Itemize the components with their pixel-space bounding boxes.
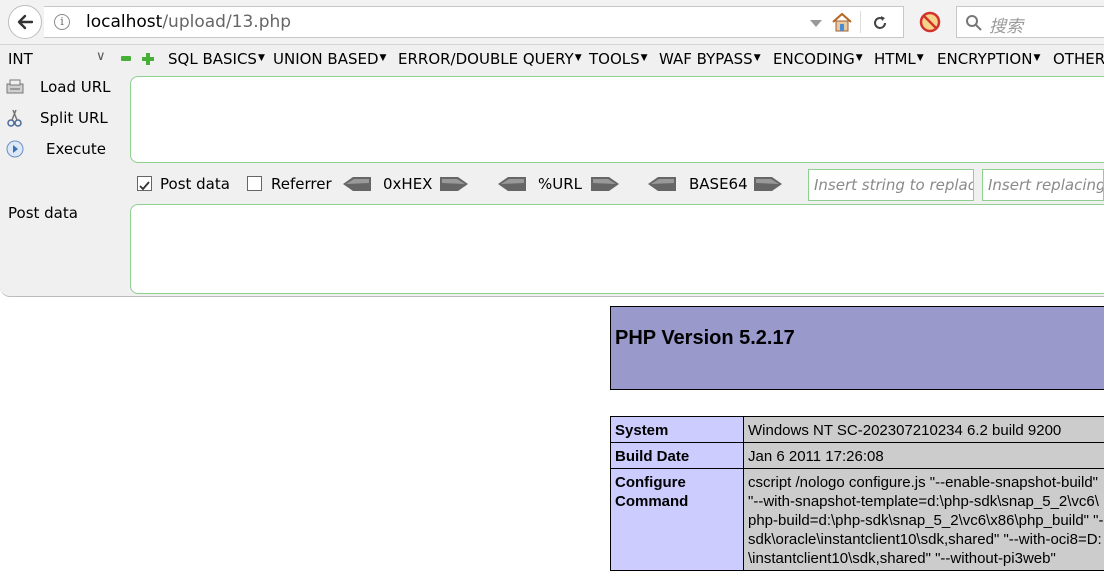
base64-decode-arrow-icon[interactable] (648, 177, 676, 191)
menu-other[interactable]: OTHER▼ (1053, 50, 1104, 68)
split-url-label: Split URL (40, 109, 108, 127)
menu-label: HTML (874, 50, 916, 68)
hackbar-menubar: INT ∨ SQL BASICS▼ UNION BASED▼ ERROR/DOU… (0, 45, 1104, 73)
url-encode-label: %URL (538, 175, 582, 193)
post-data-check-label: Post data (160, 175, 230, 193)
php-version-header: PHP Version 5.2.17 (610, 306, 1104, 390)
row-key: Configure Command (611, 469, 744, 571)
config-line: \instantclient10\sdk,shared" "--without-… (748, 549, 1104, 568)
config-line: php-build=d:\php-sdk\snap_5_2\vc6\x86\ph… (748, 511, 1104, 530)
adblock-icon[interactable] (918, 10, 942, 34)
base64-label: BASE64 (689, 175, 748, 193)
table-row: Build Date Jan 6 2011 17:26:08 (611, 443, 1104, 469)
load-url-button[interactable]: Load URL (0, 74, 124, 102)
url-path: /upload/13.php (162, 12, 291, 32)
load-url-label: Load URL (40, 78, 111, 96)
menu-tools[interactable]: TOOLS▼ (589, 50, 648, 68)
menu-label: SQL BASICS (168, 50, 257, 68)
menu-label: TOOLS (589, 50, 640, 68)
menu-union-based[interactable]: UNION BASED▼ (273, 50, 386, 68)
row-key-line: Configure (615, 473, 739, 492)
menu-encryption[interactable]: ENCRYPTION▼ (937, 50, 1040, 68)
home-icon[interactable] (830, 11, 854, 33)
row-value: cscript /nologo configure.js "--enable-s… (744, 469, 1104, 571)
menu-html[interactable]: HTML▼ (874, 50, 924, 68)
play-icon (6, 140, 24, 158)
execute-button[interactable]: Execute (0, 136, 124, 164)
menu-label: UNION BASED (273, 50, 379, 68)
search-icon (965, 14, 983, 32)
menu-label: ENCRYPTION (937, 50, 1032, 68)
chevron-down-icon: ∨ (96, 49, 106, 64)
hackbar-panel: INT ∨ SQL BASICS▼ UNION BASED▼ ERROR/DOU… (0, 45, 1104, 297)
row-value: Jan 6 2011 17:26:08 (744, 443, 1104, 469)
split-url-button[interactable]: Split URL (0, 105, 124, 133)
url-decode-arrow-icon[interactable] (498, 177, 526, 191)
menu-error-double-query[interactable]: ERROR/DOUBLE QUERY▼ (398, 50, 582, 68)
decrease-icon[interactable] (121, 56, 131, 61)
info-icon[interactable]: i (54, 14, 70, 30)
row-value: Windows NT SC-202307210234 6.2 build 920… (744, 417, 1104, 443)
search-bar[interactable]: 搜索 (956, 6, 1104, 38)
menu-label: OTHER (1053, 50, 1104, 68)
reload-icon[interactable] (870, 13, 890, 33)
base64-encode-arrow-icon[interactable] (754, 177, 782, 191)
address-bar[interactable]: i localhost/upload/13.php (44, 6, 904, 38)
back-button[interactable] (8, 5, 42, 39)
phpinfo-table: System Windows NT SC-202307210234 6.2 bu… (610, 416, 1104, 571)
menu-sql-basics[interactable]: SQL BASICS▼ (168, 50, 265, 68)
row-key-line: Command (615, 492, 739, 511)
menu-waf-bypass[interactable]: WAF BYPASS▼ (659, 50, 761, 68)
options-row: Post data Referrer 0xHEX %URL BASE64 Ins… (0, 169, 1104, 199)
table-row: Configure Command cscript /nologo config… (611, 469, 1104, 571)
load-url-icon (6, 78, 24, 96)
row-key: Build Date (611, 443, 744, 469)
url-dropdown-icon[interactable] (810, 20, 822, 27)
config-line: sdk\oracle\instantclient10\sdk,shared" "… (748, 530, 1104, 549)
increase-icon[interactable] (142, 53, 154, 65)
post-data-textarea[interactable] (130, 204, 1104, 294)
search-placeholder: 搜索 (989, 12, 1023, 37)
post-data-checkbox[interactable] (137, 176, 152, 191)
hex-decode-arrow-icon[interactable] (343, 177, 371, 191)
int-select-value: INT (8, 50, 33, 68)
replacing-string-input[interactable]: Insert replacing (982, 169, 1104, 201)
row-key: System (611, 417, 744, 443)
menu-label: ERROR/DOUBLE QUERY (398, 50, 574, 68)
hex-label: 0xHEX (383, 175, 432, 193)
php-version-title: PHP Version 5.2.17 (615, 327, 795, 350)
back-arrow-icon (16, 13, 34, 31)
hex-encode-arrow-icon[interactable] (440, 177, 468, 191)
config-line: cscript /nologo configure.js "--enable-s… (748, 473, 1104, 492)
post-data-label: Post data (8, 204, 78, 222)
execute-label: Execute (46, 140, 106, 158)
table-row: System Windows NT SC-202307210234 6.2 bu… (611, 417, 1104, 443)
url-textarea[interactable] (130, 76, 1104, 163)
checkmark-icon (138, 179, 151, 192)
referrer-check-label: Referrer (271, 175, 332, 193)
scissors-icon (6, 109, 24, 127)
url-host: localhost (86, 12, 162, 32)
referrer-checkbox[interactable] (247, 176, 262, 191)
menu-label: WAF BYPASS (659, 50, 753, 68)
int-select[interactable]: INT ∨ (0, 48, 114, 70)
url-text[interactable]: localhost/upload/13.php (86, 12, 291, 32)
url-separator (860, 11, 861, 33)
replace-string-input[interactable]: Insert string to replace (808, 169, 974, 201)
browser-navbar: i localhost/upload/13.php 搜索 (0, 0, 1104, 45)
url-encode-arrow-icon[interactable] (591, 177, 619, 191)
config-line: "--with-snapshot-template=d:\php-sdk\sna… (748, 492, 1104, 511)
menu-encoding[interactable]: ENCODING▼ (773, 50, 863, 68)
menu-label: ENCODING (773, 50, 855, 68)
